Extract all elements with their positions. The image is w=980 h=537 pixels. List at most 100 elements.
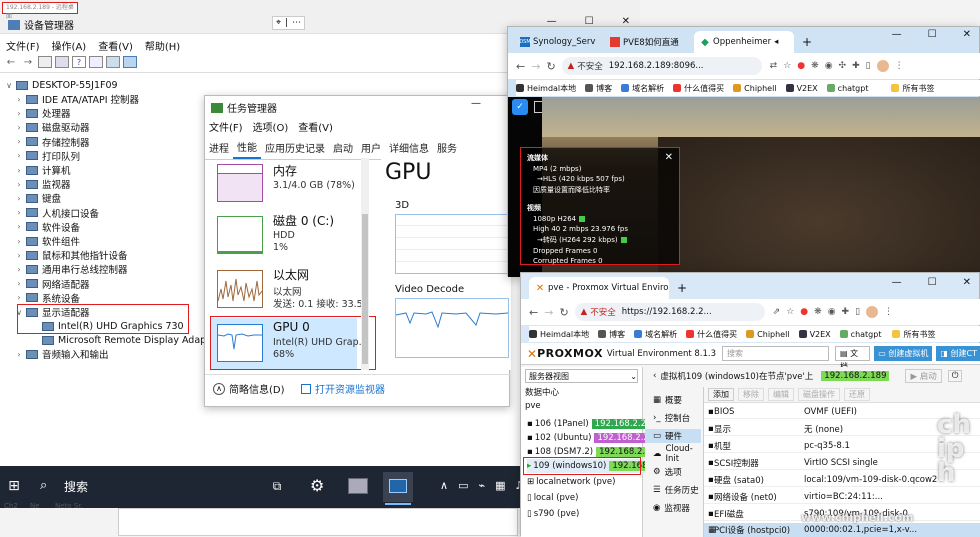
tree-node-pve[interactable]: pve [525,399,541,413]
address-bar[interactable]: ▲ 不安全 192.168.2.189:8096... [561,57,762,75]
tree-vm-102[interactable]: ▪ 102 (Ubuntu) 192.168.2.210 [527,431,663,445]
tab-startup[interactable]: 启动 [329,137,357,158]
search-icon[interactable]: ⌕ [40,478,47,493]
create-ct-button[interactable]: ◨ 创建CT [936,346,980,361]
scan-icon[interactable] [106,56,120,68]
bookmark-item[interactable]: 博客 [585,83,612,94]
tray-network-icon[interactable]: ▭ [458,479,468,492]
more-icon[interactable]: ⋯ [292,18,301,28]
back-icon[interactable]: ← [529,306,538,319]
collapse-icon[interactable]: ‹ [653,371,656,381]
minimize-button[interactable]: — [892,277,902,288]
bookmark-item[interactable]: chatgpt [839,330,881,339]
sidebar-icon[interactable]: ▯ [855,307,860,317]
menu-action[interactable]: 操作(A) [52,38,87,53]
tab-app-history[interactable]: 应用历史记录 [261,137,329,158]
extension-icon[interactable]: ❋ [811,61,819,71]
taskbar-search-label[interactable]: 搜索 [64,478,88,495]
share-icon[interactable]: ⇗ [773,307,781,317]
forward-icon[interactable]: → [531,60,540,73]
menu-icon[interactable]: ⋮ [895,61,904,71]
extension-icon[interactable]: ◉ [825,61,833,71]
extension-icon[interactable]: ✣ [839,61,847,71]
list-icon[interactable] [55,56,69,68]
extension-icon[interactable]: ❋ [814,307,822,317]
tree-category[interactable]: › 通用串行总线控制器 [14,262,128,276]
bookmark-item[interactable]: Heimdal本地 [529,329,589,340]
tree-category[interactable]: › 计算机 [14,163,71,177]
add-button[interactable]: 添加 [708,388,734,401]
tm-menu-options[interactable]: 选项(O) [253,119,289,134]
bookmark-item[interactable]: Chiphell [746,330,790,339]
tm-menu-view[interactable]: 查看(V) [298,119,333,134]
reload-icon[interactable]: ↻ [546,60,555,73]
tree-category[interactable]: › IDE ATA/ATAPI 控制器 [14,92,139,106]
extension-icon[interactable]: ◉ [828,307,836,317]
nav-cloudinit[interactable]: ☁ Cloud-Init [653,444,701,464]
nav-task-history[interactable]: ☰ 任务历史 [653,483,699,497]
perf-item-ethernet[interactable]: 以太网 以太网 发送: 0.1 接收: 33.5 [211,264,371,320]
all-bookmarks[interactable]: 所有书签 [892,329,935,340]
bookmark-item[interactable]: 什么值得买 [686,329,737,340]
tray-usb-icon[interactable]: ⌁ [478,479,485,492]
bookmark-item[interactable]: 什么值得买 [673,83,724,94]
close-icon[interactable]: ✕ [665,152,673,163]
tree-vm-106[interactable]: ▪ 106 (1Panel) 192.168.2.237 [527,417,660,431]
extension-icon[interactable]: ● [797,61,805,71]
tab-performance[interactable]: 性能 [233,136,261,159]
new-tab-button[interactable]: + [802,35,812,49]
perf-item-memory[interactable]: 内存 3.1/4.0 GB (78%) [211,158,371,214]
menu-file[interactable]: 文件(F) [6,38,40,53]
bookmark-item[interactable]: Chiphell [733,84,777,93]
pve-search-input[interactable]: 搜索 [722,346,829,361]
tm-minimize-button[interactable]: — [471,98,481,109]
nav-console[interactable]: ›_ 控制台 [653,411,690,425]
panel-icon[interactable] [89,56,103,68]
tray-chevron-icon[interactable]: ∧ [440,479,448,492]
tree-category[interactable]: › 处理器 [14,106,71,120]
properties-icon[interactable] [38,56,52,68]
tab-details[interactable]: 详细信息 [385,137,433,158]
bookmark-star-icon[interactable]: ☆ [786,307,794,317]
tree-category[interactable]: › 键盘 [14,191,61,205]
nav-monitor[interactable]: ◉ 监视器 [653,501,690,515]
tree-root[interactable]: ∨ DESKTOP-55J1F09 [4,78,118,92]
forward-icon[interactable]: → [21,57,35,68]
tab-users[interactable]: 用户 [357,137,385,158]
view-selector[interactable]: 服务器视图 ⌄ [525,369,638,383]
tree-category[interactable]: › 磁盘驱动器 [14,120,90,134]
menu-view[interactable]: 查看(V) [98,38,133,53]
avatar[interactable] [866,306,879,318]
extensions-icon[interactable]: ✚ [852,61,860,71]
back-icon[interactable]: ← [4,57,18,68]
tree-category[interactable]: › 监视器 [14,177,71,191]
open-resource-monitor-link[interactable]: 打开资源监视器 [301,381,385,396]
tree-item-remote-display[interactable]: Microsoft Remote Display Adapter [40,333,220,347]
cast-icon[interactable]: ✓ [512,99,528,115]
bookmark-item[interactable]: 域名解析 [621,83,664,94]
tree-category[interactable]: › 打印队列 [14,149,80,163]
new-tab-button[interactable]: + [677,281,687,295]
translate-icon[interactable]: ⇄ [770,61,778,71]
close-button[interactable]: ✕ [963,277,971,288]
remote-app-icon[interactable] [348,478,368,494]
tab-synology[interactable]: DSM Synology_Serv [514,31,602,53]
bookmark-item[interactable]: Heimdal本地 [516,83,576,94]
tree-storage-localnetwork[interactable]: ⊞ localnetwork (pve) [527,475,615,489]
tm-footer-brief[interactable]: ∧ 简略信息(D) [213,381,285,396]
tray-display-icon[interactable]: ▦ [495,479,505,492]
minimize-button[interactable]: — [892,29,902,40]
taskview-icon[interactable]: ⧉ [268,477,286,495]
sidebar-icon[interactable]: ▯ [866,61,871,71]
tree-datacenter[interactable]: 数据中心 [525,385,559,399]
forward-icon[interactable]: → [544,306,553,319]
nav-summary[interactable]: ▦ 概要 [653,393,682,407]
disk-action-button[interactable]: 磁盘操作 [798,388,840,401]
tree-category[interactable]: › 软件设备 [14,220,80,234]
address-bar[interactable]: ▲ 不安全 https://192.168.2.2... [574,303,765,321]
create-vm-button[interactable]: ▭ 创建虚拟机 [874,346,933,361]
settings-icon[interactable]: ⚙ [310,476,324,495]
bookmark-item[interactable]: 博客 [598,329,625,340]
nav-options[interactable]: ⚙ 选项 [653,465,682,479]
tree-category[interactable]: › 软件组件 [14,234,80,248]
